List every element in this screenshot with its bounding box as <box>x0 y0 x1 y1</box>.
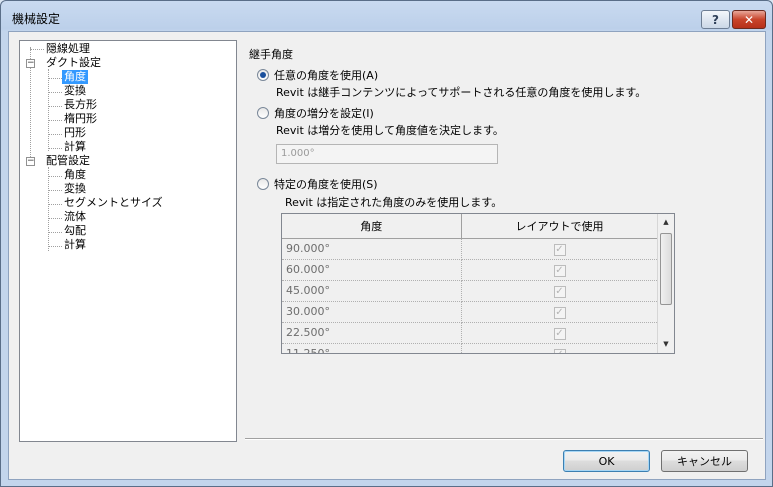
angle-cell: 30.000° <box>282 301 462 323</box>
option-specific-angles[interactable]: 特定の角度を使用(S) <box>257 176 378 192</box>
tree-connector <box>30 49 44 50</box>
tree-item-duct-settings[interactable]: ダクト設定 <box>44 56 103 70</box>
section-title: 継手角度 <box>249 48 293 61</box>
angle-cell: 22.500° <box>282 322 462 344</box>
table-row: 11.250° ✓ <box>282 343 659 353</box>
angle-cell: 45.000° <box>282 280 462 302</box>
tree-item-pipe-conversion[interactable]: 変換 <box>62 182 88 196</box>
use-in-layout-checkbox: ✓ <box>553 264 566 277</box>
tree-item-duct-calculation[interactable]: 計算 <box>62 140 88 154</box>
mechanical-settings-dialog: 機械設定 ? ✕ − − 隠線処理 ダクト設定 角度 変換 長方形 楕円形 円形… <box>0 0 773 487</box>
column-header-use-in-layout[interactable]: レイアウトで使用 <box>461 214 659 239</box>
tree-connector <box>48 232 62 233</box>
use-cell: ✓ <box>461 301 659 323</box>
tree-item-duct-round[interactable]: 円形 <box>62 126 88 140</box>
use-in-layout-checkbox: ✓ <box>553 306 566 319</box>
tree-item-pipe-settings[interactable]: 配管設定 <box>44 154 92 168</box>
radio-specific-angles[interactable] <box>257 178 269 190</box>
table-row: 45.000° ✓ <box>282 280 659 302</box>
dialog-body: − − 隠線処理 ダクト設定 角度 変換 長方形 楕円形 円形 計算 配管設定 … <box>8 31 766 480</box>
increment-input: 1.000° <box>276 144 498 164</box>
option-any-angle-description: Revit は継手コンテンツによってサポートされる任意の角度を使用します。 <box>276 86 647 99</box>
table-row: 22.500° ✓ <box>282 322 659 344</box>
tree-item-pipe-segments-sizes[interactable]: セグメントとサイズ <box>62 196 165 210</box>
collapse-pipe-icon[interactable]: − <box>26 157 35 166</box>
tree-item-duct-oval[interactable]: 楕円形 <box>62 112 99 126</box>
tree-item-pipe-fluids[interactable]: 流体 <box>62 210 88 224</box>
tree-item-pipe-calculation[interactable]: 計算 <box>62 238 88 252</box>
ok-button[interactable]: OK <box>563 450 650 472</box>
tree-connector <box>48 134 62 135</box>
scroll-down-icon[interactable]: ▼ <box>658 336 674 353</box>
footer-separator <box>245 438 763 440</box>
close-icon: ✕ <box>743 12 755 27</box>
settings-tree[interactable]: − − 隠線処理 ダクト設定 角度 変換 長方形 楕円形 円形 計算 配管設定 … <box>19 40 237 442</box>
scroll-up-icon[interactable]: ▲ <box>658 214 674 231</box>
radio-any-angle[interactable] <box>257 69 269 81</box>
title-bar: 機械設定 ? ✕ <box>1 1 772 31</box>
tree-item-hidden-line[interactable]: 隠線処理 <box>44 42 92 56</box>
angle-cell: 60.000° <box>282 259 462 281</box>
table-row: 60.000° ✓ <box>282 259 659 281</box>
tree-connector <box>48 69 49 151</box>
use-cell: ✓ <box>461 343 659 353</box>
option-any-angle[interactable]: 任意の角度を使用(A) <box>257 67 378 83</box>
tree-item-duct-angles[interactable]: 角度 <box>62 70 88 84</box>
scroll-thumb[interactable] <box>660 233 672 305</box>
radio-increment[interactable] <box>257 107 269 119</box>
tree-connector <box>48 92 62 93</box>
tree-connector <box>48 120 62 121</box>
angle-cell: 90.000° <box>282 238 462 260</box>
table-row: 90.000° ✓ <box>282 238 659 260</box>
tree-item-duct-rectangular[interactable]: 長方形 <box>62 98 99 112</box>
option-increment-description: Revit は増分を使用して角度値を決定します。 <box>276 124 504 137</box>
grid-scrollbar[interactable]: ▲ ▼ <box>657 214 674 353</box>
use-in-layout-checkbox: ✓ <box>553 348 566 353</box>
use-cell: ✓ <box>461 280 659 302</box>
help-button[interactable]: ? <box>701 10 730 29</box>
tree-connector <box>48 106 62 107</box>
window-title: 機械設定 <box>12 12 61 26</box>
option-specific-angles-description: Revit は指定された角度のみを使用します。 <box>285 196 503 209</box>
cancel-button[interactable]: キャンセル <box>661 450 748 472</box>
tree-item-duct-conversion[interactable]: 変換 <box>62 84 88 98</box>
close-button[interactable]: ✕ <box>732 10 766 29</box>
tree-connector <box>48 167 49 251</box>
use-in-layout-checkbox: ✓ <box>553 327 566 340</box>
column-header-angle[interactable]: 角度 <box>282 214 462 239</box>
collapse-duct-icon[interactable]: − <box>26 59 35 68</box>
option-increment[interactable]: 角度の増分を設定(I) <box>257 105 374 121</box>
fitting-angles-panel: 継手角度 任意の角度を使用(A) Revit は継手コンテンツによってサポートさ… <box>249 32 767 442</box>
use-cell: ✓ <box>461 322 659 344</box>
help-icon: ? <box>712 12 719 27</box>
tree-connector <box>48 78 62 79</box>
tree-connector <box>48 218 62 219</box>
tree-connector <box>48 148 62 149</box>
tree-connector <box>48 190 62 191</box>
tree-connector <box>48 176 62 177</box>
tree-item-pipe-angles[interactable]: 角度 <box>62 168 88 182</box>
option-increment-label: 角度の増分を設定(I) <box>274 107 374 120</box>
tree-connector <box>48 246 62 247</box>
use-in-layout-checkbox: ✓ <box>553 285 566 298</box>
option-specific-angles-label: 特定の角度を使用(S) <box>274 178 378 191</box>
angles-grid: 角度 レイアウトで使用 90.000° ✓ 60.000° ✓ 45.000° … <box>281 213 675 354</box>
use-cell: ✓ <box>461 238 659 260</box>
use-in-layout-checkbox: ✓ <box>553 243 566 256</box>
use-cell: ✓ <box>461 259 659 281</box>
tree-connector <box>48 204 62 205</box>
table-row: 30.000° ✓ <box>282 301 659 323</box>
tree-item-pipe-slope[interactable]: 勾配 <box>62 224 88 238</box>
option-any-angle-label: 任意の角度を使用(A) <box>274 69 379 82</box>
angle-cell: 11.250° <box>282 343 462 353</box>
